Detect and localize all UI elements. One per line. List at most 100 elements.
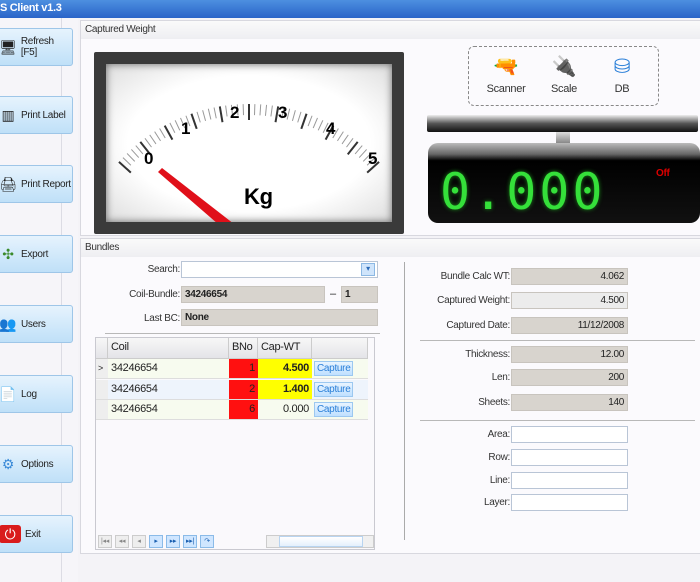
- panel-title: Captured Weight: [81, 21, 700, 39]
- horizontal-scrollbar[interactable]: [266, 535, 374, 548]
- capture-button[interactable]: Capture: [314, 381, 354, 397]
- row-field[interactable]: [511, 449, 628, 466]
- gauge-tick: [213, 107, 217, 119]
- gauge-tick: [354, 145, 363, 155]
- line-field[interactable]: [511, 472, 628, 489]
- gauge-tick-label: 5: [368, 149, 377, 168]
- bundle-calc-field[interactable]: 4.062: [511, 268, 628, 285]
- cell-capwt[interactable]: 0.000: [258, 400, 312, 420]
- first-record-button[interactable]: |◂◂: [98, 535, 112, 548]
- button-label: Exit: [25, 528, 41, 540]
- gauge-needle: [158, 168, 232, 222]
- prev-page-button[interactable]: ◂◂: [115, 535, 129, 548]
- print-report-button[interactable]: 🖨 Print Report: [0, 165, 73, 203]
- gauge-tick-label: 0: [144, 149, 153, 168]
- gauge-tick: [225, 105, 228, 117]
- cell-coil[interactable]: 34246654: [108, 359, 229, 379]
- area-field[interactable]: [511, 426, 628, 443]
- button-label: Print Label: [21, 109, 66, 121]
- next-page-button[interactable]: ▸▸: [166, 535, 180, 548]
- log-button[interactable]: 📄 Log: [0, 375, 73, 413]
- last-record-button[interactable]: ▸▸|: [183, 535, 197, 548]
- print-label-button[interactable]: ▥ Print Label: [0, 96, 73, 134]
- gauge-tick-label: 4: [326, 119, 336, 138]
- button-label: Log: [21, 388, 37, 400]
- column-header-bno[interactable]: BNo: [229, 338, 258, 359]
- line-label: Line:: [489, 475, 510, 486]
- cell-bno[interactable]: 6: [229, 400, 258, 420]
- last-bc-field[interactable]: None: [181, 309, 378, 326]
- bundle-field[interactable]: 1: [341, 286, 378, 303]
- gauge-tick: [337, 131, 344, 142]
- column-header-coil[interactable]: Coil: [108, 338, 229, 359]
- row-selector[interactable]: [96, 379, 108, 400]
- window-title: S Client v1.3: [0, 2, 62, 14]
- gauge-tick-label: 1: [181, 119, 190, 138]
- gauge-tick: [358, 149, 368, 158]
- options-button[interactable]: ⚙ Options: [0, 445, 73, 483]
- bundles-grid[interactable]: Coil BNo Cap-WT > 34246654 1 4.500 Captu…: [95, 337, 375, 550]
- layer-label: Layer:: [484, 497, 510, 508]
- captured-weight-field[interactable]: 4.500: [511, 292, 628, 309]
- chevron-down-icon[interactable]: ▾: [361, 263, 375, 276]
- barcode-icon: ▥: [1, 106, 15, 123]
- gauge-tick: [218, 106, 224, 123]
- divider: [420, 420, 695, 421]
- cell-action: Capture: [312, 359, 368, 379]
- capture-button[interactable]: Capture: [314, 361, 354, 376]
- users-button[interactable]: 👥 Users: [0, 305, 73, 343]
- area-label: Area:: [487, 429, 511, 440]
- column-header-capwt[interactable]: Cap-WT: [258, 338, 312, 359]
- gauge-tick: [122, 157, 132, 166]
- refresh-grid-button[interactable]: ↷: [200, 535, 214, 548]
- thickness-field[interactable]: 12.00: [511, 346, 628, 363]
- row-selector[interactable]: >: [96, 359, 108, 379]
- gauge-tick: [300, 113, 308, 130]
- prev-record-button[interactable]: ◂: [132, 535, 146, 548]
- export-icon: ✣: [2, 245, 14, 262]
- gauge-tick: [207, 108, 212, 120]
- display-state: Off: [656, 168, 670, 179]
- gauge-tick: [202, 110, 207, 121]
- analog-gauge: 0 1 2 3 4 5 Kg: [94, 52, 404, 234]
- cell-coil[interactable]: 34246654: [108, 400, 229, 420]
- title-bar: S Client v1.3: [0, 0, 700, 18]
- plug-icon: 🔌: [551, 56, 577, 78]
- database-icon: ⛁: [613, 56, 631, 78]
- len-field[interactable]: 200: [511, 369, 628, 386]
- gauge-tick-label: 2: [230, 103, 239, 122]
- scrollbar-thumb[interactable]: [279, 536, 363, 547]
- captured-date-label: Captured Date:: [446, 320, 510, 331]
- layer-field[interactable]: [511, 494, 628, 511]
- export-button[interactable]: ✣ Export: [0, 235, 73, 273]
- refresh-button[interactable]: 🖥 Refresh [F5]: [0, 28, 73, 66]
- coil-field[interactable]: 34246654: [181, 286, 325, 303]
- gauge-tick: [312, 117, 318, 129]
- captured-date-field[interactable]: 11/12/2008: [511, 317, 628, 334]
- refresh-icon: 🖥: [0, 38, 17, 55]
- exit-button[interactable]: ⏻ Exit: [0, 515, 73, 553]
- capture-button[interactable]: Capture: [314, 402, 354, 417]
- cell-action: Capture: [312, 400, 368, 420]
- sidebar: 🖥 Refresh [F5] ▥ Print Label 🖨 Print Report…: [0, 18, 78, 582]
- len-label: Len:: [491, 372, 511, 383]
- cell-coil[interactable]: 34246654: [108, 379, 229, 400]
- cell-bno[interactable]: 2: [229, 379, 258, 400]
- gauge-tick: [190, 113, 198, 130]
- gauge-tick: [264, 104, 268, 116]
- gauge-tick: [159, 128, 166, 139]
- cell-capwt[interactable]: 4.500: [258, 359, 312, 379]
- search-input[interactable]: [181, 261, 378, 278]
- document-icon: 📄: [0, 385, 17, 402]
- button-label: Options: [21, 458, 54, 470]
- sheets-field[interactable]: 140: [511, 394, 628, 411]
- cell-capwt[interactable]: 1.400: [258, 379, 312, 400]
- row-selector[interactable]: [96, 400, 108, 420]
- gauge-tick: [149, 134, 157, 145]
- coil-bundle-label: Coil-Bundle:: [129, 289, 180, 300]
- cell-bno[interactable]: 1: [229, 359, 258, 379]
- next-record-button[interactable]: ▸: [149, 535, 163, 548]
- panel-title: Bundles: [81, 239, 700, 257]
- gauge-tick: [259, 104, 262, 116]
- divider: [420, 340, 695, 341]
